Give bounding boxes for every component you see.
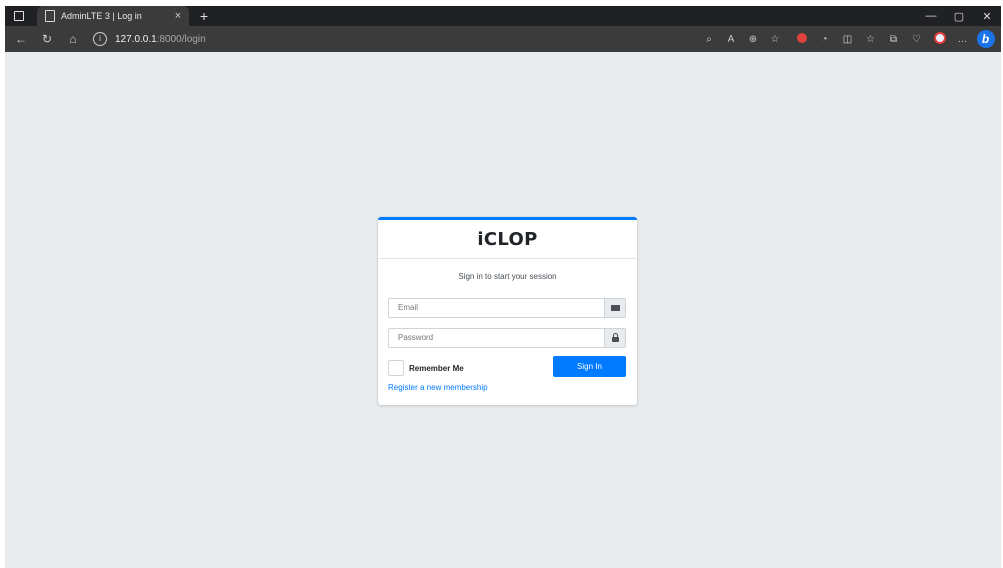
workspaces-icon[interactable] bbox=[11, 8, 27, 24]
close-tab-icon[interactable]: × bbox=[171, 10, 185, 22]
tab-bar: AdminLTE 3 | Log in × + — ▢ ✕ bbox=[5, 6, 1001, 26]
collections-icon[interactable]: ⧉ bbox=[882, 34, 905, 45]
page-content: iCLOP Sign in to start your session Reme… bbox=[5, 52, 1001, 568]
login-card-header: iCLOP bbox=[378, 220, 637, 259]
email-input-group bbox=[388, 298, 626, 318]
window-controls: — ▢ ✕ bbox=[917, 10, 1001, 23]
more-options-icon[interactable]: … bbox=[951, 34, 974, 45]
url-host: 127.0.0.1 bbox=[115, 33, 157, 45]
url-path: :8000/login bbox=[156, 33, 206, 45]
favorites-icon[interactable]: ☆ bbox=[859, 34, 882, 45]
read-aloud-icon[interactable]: A bbox=[720, 34, 742, 45]
address-bar-actions: ⌕ A ⊕ ☆ bbox=[698, 34, 786, 45]
site-info-icon[interactable]: i bbox=[93, 32, 107, 46]
login-card: iCLOP Sign in to start your session Reme… bbox=[378, 217, 637, 405]
favorite-star-icon[interactable]: ☆ bbox=[764, 34, 786, 45]
browser-toolbar: ◔ ◫ ☆ ⧉ ♡ … b bbox=[790, 30, 997, 48]
adblock-extension-icon[interactable] bbox=[790, 32, 813, 46]
search-icon[interactable]: ⌕ bbox=[698, 34, 720, 45]
password-field[interactable] bbox=[388, 328, 604, 348]
back-icon[interactable]: ← bbox=[11, 32, 31, 46]
password-input-group bbox=[388, 328, 626, 348]
bing-copilot-icon[interactable]: b bbox=[974, 30, 997, 48]
email-field[interactable] bbox=[388, 298, 604, 318]
address-bar[interactable]: i 127.0.0.1:8000/login bbox=[93, 29, 698, 49]
split-screen-icon[interactable]: ◫ bbox=[836, 34, 859, 45]
login-box-message: Sign in to start your session bbox=[458, 272, 557, 281]
profile-icon[interactable] bbox=[928, 31, 951, 47]
remember-me-group: Remember Me bbox=[388, 360, 464, 376]
health-icon[interactable]: ♡ bbox=[905, 34, 928, 45]
minimize-icon[interactable]: — bbox=[917, 10, 945, 22]
register-link[interactable]: Register a new membership bbox=[388, 383, 488, 392]
close-window-icon[interactable]: ✕ bbox=[973, 10, 1001, 23]
brand-title[interactable]: iCLOP bbox=[477, 229, 537, 250]
tab-title: AdminLTE 3 | Log in bbox=[61, 11, 142, 21]
extension-icon[interactable]: ◔ bbox=[813, 34, 836, 45]
zoom-icon[interactable]: ⊕ bbox=[742, 34, 764, 45]
envelope-icon bbox=[604, 298, 626, 318]
page-icon bbox=[45, 10, 55, 22]
tab-adminlte-login[interactable]: AdminLTE 3 | Log in × bbox=[37, 6, 189, 26]
lock-icon bbox=[604, 328, 626, 348]
navigation-bar: ← ↻ ⌂ i 127.0.0.1:8000/login ⌕ A ⊕ ☆ ◔ ◫… bbox=[5, 26, 1001, 52]
new-tab-button[interactable]: + bbox=[197, 8, 211, 24]
refresh-icon[interactable]: ↻ bbox=[37, 32, 57, 46]
restore-icon[interactable]: ▢ bbox=[945, 10, 973, 23]
sign-in-button[interactable]: Sign In bbox=[553, 356, 626, 377]
home-icon[interactable]: ⌂ bbox=[63, 32, 83, 46]
remember-me-label[interactable]: Remember Me bbox=[409, 364, 464, 373]
remember-me-checkbox[interactable] bbox=[388, 360, 404, 376]
